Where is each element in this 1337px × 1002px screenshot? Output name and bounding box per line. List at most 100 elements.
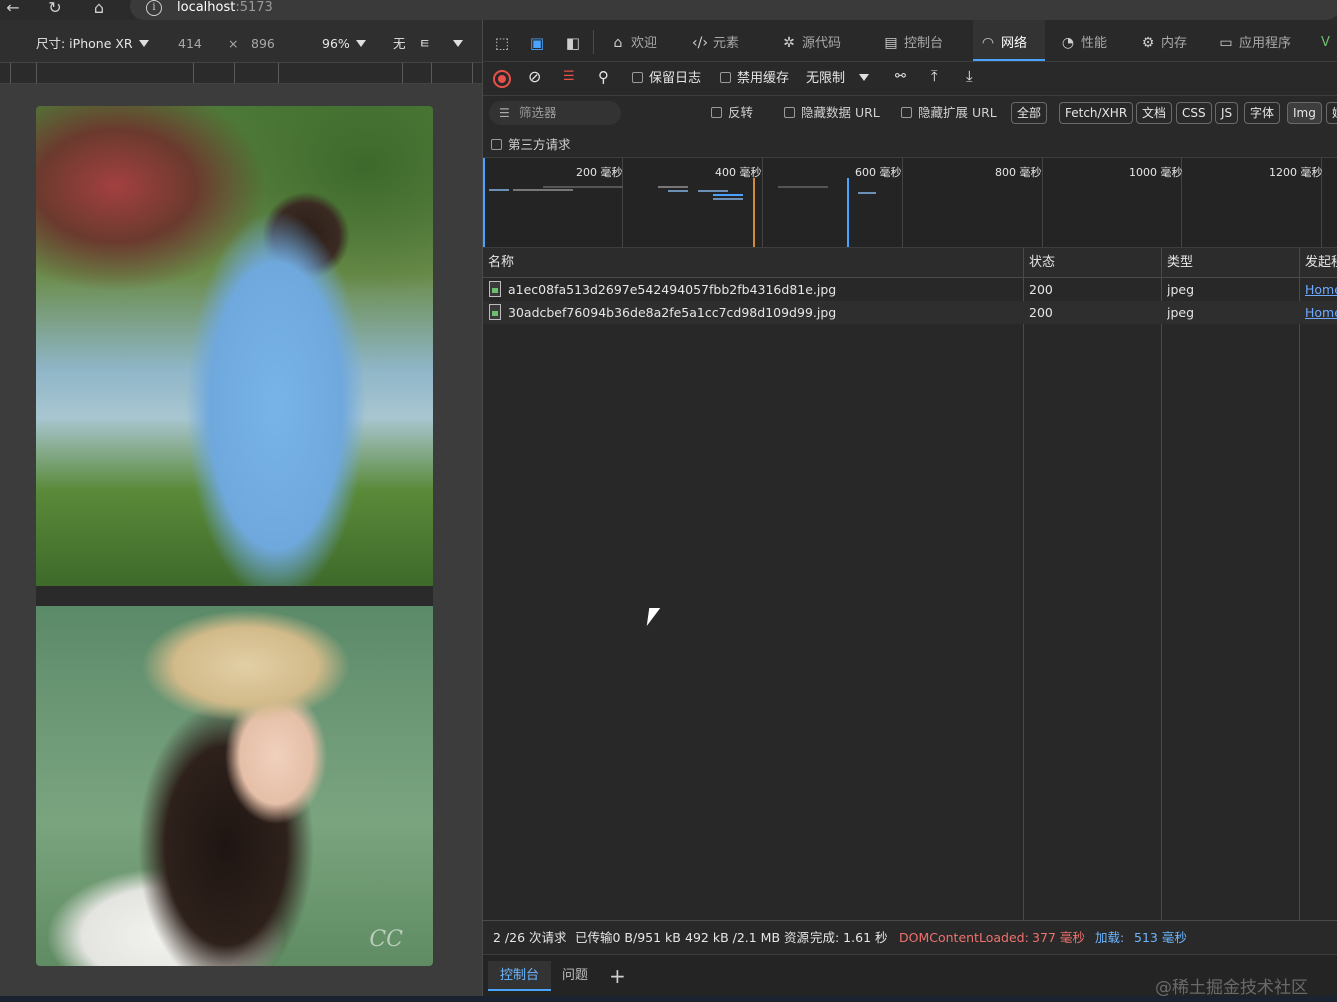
network-conditions-icon[interactable]: ⚯ <box>895 68 906 86</box>
record-stop-icon[interactable] <box>493 70 511 88</box>
network-overview[interactable]: 200 毫秒 400 毫秒 600 毫秒 800 毫秒 1000 毫秒 1200… <box>483 158 1337 248</box>
request-status: 200 <box>1029 305 1053 320</box>
overview-label-1000: 1000 毫秒 <box>1129 166 1183 179</box>
preserve-log-checkbox[interactable]: 保留日志 <box>632 70 701 88</box>
code-icon: ‹/› <box>692 35 708 51</box>
checkbox-icon <box>711 107 722 118</box>
column-name[interactable]: 名称 <box>483 248 1023 278</box>
request-initiator-link[interactable]: Home <box>1305 301 1337 324</box>
network-toolbar: ⊘ ☰ ⚲ 保留日志 禁用缓存 无限制 ⚯ ⤒ ⤓ <box>483 62 1337 96</box>
device-toolbar: 尺寸: iPhone XR 414 × 896 96% 无 ㅌ <box>0 20 482 62</box>
request-type: jpeg <box>1167 282 1195 297</box>
summary-dom-value: 377 毫秒 <box>1032 930 1085 945</box>
tab-performance[interactable]: ◔ 性能 <box>1059 20 1107 61</box>
summary-dom-label: DOMContentLoaded: <box>899 930 1029 945</box>
invert-checkbox[interactable]: 反转 <box>711 105 753 121</box>
third-party-checkbox[interactable]: 第三方请求 <box>491 137 571 153</box>
request-name: a1ec08fa513d2697e542494057fbb2fb4316d81e… <box>508 282 837 297</box>
device-width-input[interactable]: 414 <box>178 36 202 52</box>
tab-application[interactable]: ▭ 应用程序 <box>1217 20 1291 61</box>
address-bar[interactable] <box>130 0 1337 20</box>
chip-css[interactable]: CSS <box>1176 102 1212 124</box>
table-row[interactable]: a1ec08fa513d2697e542494057fbb2fb4316d81e… <box>483 278 1337 301</box>
tab-sources[interactable]: ✲ 源代码 <box>780 20 841 61</box>
photo-girl-blue-dress <box>36 106 433 586</box>
overview-label-800: 800 毫秒 <box>995 166 1042 179</box>
back-arrow-icon[interactable]: ← <box>2 0 24 18</box>
tab-console-label: 控制台 <box>904 36 944 51</box>
zoom-value: 96% <box>322 36 350 51</box>
photo-watermark-logo: CC <box>369 927 403 952</box>
summary-load-label: 加载: <box>1095 930 1125 945</box>
throttle-select[interactable]: 无 <box>393 36 406 52</box>
device-height-input[interactable]: 896 <box>251 36 275 52</box>
filter-input[interactable]: ☰ 筛选器 <box>489 101 621 125</box>
request-type: jpeg <box>1167 305 1195 320</box>
chip-js[interactable]: JS <box>1215 102 1239 124</box>
chip-all[interactable]: 全部 <box>1011 102 1048 124</box>
throttling-select[interactable]: 无限制 <box>806 70 870 88</box>
tab-elements[interactable]: ‹/› 元素 <box>691 20 739 61</box>
column-type[interactable]: 类型 <box>1162 248 1299 278</box>
media-query-ruler[interactable] <box>0 62 482 84</box>
overview-label-600: 600 毫秒 <box>855 166 902 179</box>
disable-cache-checkbox[interactable]: 禁用缓存 <box>720 70 789 88</box>
inspect-element-icon[interactable]: ⬚ <box>492 34 512 54</box>
bug-icon: ✲ <box>783 35 795 51</box>
tab-application-label: 应用程序 <box>1239 36 1292 51</box>
network-summary-bar: 2 /26 次请求 已传输0 B/951 kB 492 kB /2.1 MB 资… <box>483 920 1337 954</box>
device-toggle-icon[interactable]: ▣ <box>527 34 547 54</box>
tab-console[interactable]: ▤ 控制台 <box>882 20 943 61</box>
tab-network[interactable]: ◠ 网络 <box>973 20 1046 61</box>
add-tab-icon[interactable]: + <box>609 963 626 989</box>
filter-toggle-icon[interactable]: ☰ <box>563 68 575 86</box>
window-icon: ▭ <box>1219 35 1233 51</box>
drawer-tab-console[interactable]: 控制台 <box>488 961 552 991</box>
url-text[interactable]: localhost:5173 <box>177 0 273 16</box>
gauge-icon: ◔ <box>1061 35 1075 51</box>
request-name: 30adcbef76094b36de8a2fe5a1cc7cd98d109d99… <box>508 305 837 320</box>
tab-memory-label: 内存 <box>1161 36 1188 51</box>
overview-label-1200: 1200 毫秒 <box>1269 166 1323 179</box>
image-file-icon <box>489 304 501 320</box>
site-info-icon[interactable]: i <box>146 0 162 16</box>
summary-transferred: 已传输0 B/951 kB <box>575 930 681 945</box>
table-row[interactable]: 30adcbef76094b36de8a2fe5a1cc7cd98d109d99… <box>483 301 1337 324</box>
dimension-times: × <box>228 36 239 51</box>
download-icon[interactable]: ⤓ <box>966 67 973 85</box>
chip-fetch-xhr[interactable]: Fetch/XHR <box>1059 102 1134 124</box>
requests-table-header: 名称 状态 类型 发起程 <box>483 248 1337 278</box>
tab-welcome[interactable]: ⌂ 欢迎 <box>609 20 657 61</box>
home-icon[interactable]: ⌂ <box>88 0 110 18</box>
hide-ext-url-checkbox[interactable]: 隐藏扩展 URL <box>901 105 997 121</box>
reload-icon[interactable]: ↻ <box>44 0 66 18</box>
image-file-icon <box>489 281 501 297</box>
zoom-select[interactable]: 96% <box>322 36 366 52</box>
chip-img[interactable]: Img <box>1287 102 1322 124</box>
clear-icon[interactable]: ⊘ <box>528 68 541 86</box>
search-icon[interactable]: ⚲ <box>598 68 609 86</box>
chevron-down-icon <box>355 40 366 47</box>
more-options[interactable] <box>447 36 463 52</box>
summary-resources: 492 kB /2.1 MB 资源 <box>685 930 810 945</box>
wifi-icon: ◠ <box>981 35 995 51</box>
dock-side-icon[interactable]: ◧ <box>563 34 583 54</box>
preserve-log-label: 保留日志 <box>649 71 702 86</box>
upload-icon[interactable]: ⤒ <box>931 67 938 85</box>
chip-doc[interactable]: 文档 <box>1136 102 1173 124</box>
request-initiator-link[interactable]: Home <box>1305 278 1337 301</box>
hide-data-url-checkbox[interactable]: 隐藏数据 URL <box>784 105 880 121</box>
device-extra[interactable]: ㅌ <box>419 36 431 52</box>
chip-icon: ⚙ <box>1141 35 1155 51</box>
chip-font[interactable]: 字体 <box>1244 102 1281 124</box>
device-viewport[interactable]: CC <box>36 106 433 966</box>
device-select[interactable]: 尺寸: iPhone XR <box>36 36 149 52</box>
drawer-tab-issues[interactable]: 问题 <box>550 961 600 991</box>
column-initiator[interactable]: 发起程 <box>1300 248 1337 278</box>
tab-memory[interactable]: ⚙ 内存 <box>1139 20 1187 61</box>
column-status[interactable]: 状态 <box>1024 248 1161 278</box>
more-tabs-icon[interactable]: V <box>1321 20 1330 61</box>
chip-media[interactable]: 媒 <box>1326 102 1337 124</box>
devtools-drawer: 控制台 问题 + @稀土掘金技术社区 <box>483 954 1337 1002</box>
filter-placeholder: 筛选器 <box>519 105 557 120</box>
